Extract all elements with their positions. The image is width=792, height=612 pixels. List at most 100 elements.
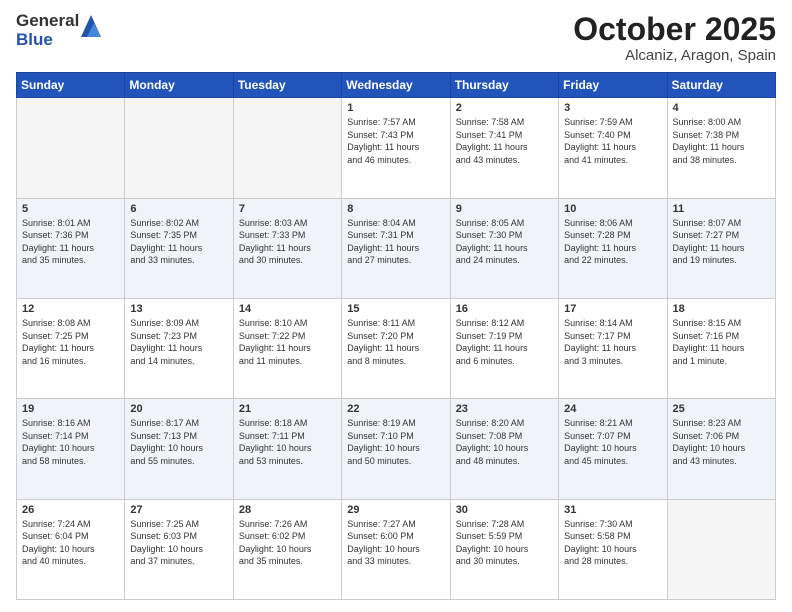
day-number: 7 [239,203,336,215]
table-row: 1 Sunrise: 7:57 AM Sunset: 7:43 PM Daylig… [342,98,450,198]
day-info: Sunrise: 8:10 AM Sunset: 7:22 PM Dayligh… [239,317,336,367]
day-number: 28 [239,504,336,516]
table-row: 23 Sunrise: 8:20 AM Sunset: 7:08 PM Dayli… [450,399,558,499]
table-row: 13 Sunrise: 8:09 AM Sunset: 7:23 PM Dayli… [125,298,233,398]
day-info: Sunrise: 7:27 AM Sunset: 6:00 PM Dayligh… [347,518,444,568]
table-row: 29Sunrise: 7:27 AM Sunset: 6:00 PM Dayli… [342,499,450,599]
day-info: Sunrise: 8:03 AM Sunset: 7:33 PM Dayligh… [239,217,336,267]
day-info: Sunrise: 8:08 AM Sunset: 7:25 PM Dayligh… [22,317,119,367]
day-info: Sunrise: 7:25 AM Sunset: 6:03 PM Dayligh… [130,518,227,568]
table-row: 9Sunrise: 8:05 AM Sunset: 7:30 PM Daylig… [450,198,558,298]
day-info: Sunrise: 8:01 AM Sunset: 7:36 PM Dayligh… [22,217,119,267]
day-number: 31 [564,504,661,516]
table-row: 10 Sunrise: 8:06 AM Sunset: 7:28 PM Dayli… [559,198,667,298]
day-number: 27 [130,504,227,516]
day-number: 12 [22,303,119,315]
table-row: 27 Sunrise: 7:25 AM Sunset: 6:03 PM Dayli… [125,499,233,599]
day-number: 9 [456,203,553,215]
day-info: Sunrise: 7:30 AM Sunset: 5:58 PM Dayligh… [564,518,661,568]
table-row: 6Sunrise: 8:02 AM Sunset: 7:35 PM Daylig… [125,198,233,298]
day-number: 19 [22,403,119,415]
header-thursday: Thursday [450,73,558,98]
day-number: 10 [564,203,661,215]
day-info: Sunrise: 8:07 AM Sunset: 7:27 PM Dayligh… [673,217,770,267]
header-sunday: Sunday [17,73,125,98]
calendar-week-row: 26 Sunrise: 7:24 AM Sunset: 6:04 PM Dayli… [17,499,776,599]
table-row [125,98,233,198]
table-row: 4Sunrise: 8:00 AM Sunset: 7:38 PM Daylig… [667,98,775,198]
day-info: Sunrise: 8:17 AM Sunset: 7:13 PM Dayligh… [130,417,227,467]
day-info: Sunrise: 8:20 AM Sunset: 7:08 PM Dayligh… [456,417,553,467]
day-info: Sunrise: 8:14 AM Sunset: 7:17 PM Dayligh… [564,317,661,367]
header-wednesday: Wednesday [342,73,450,98]
table-row: 26 Sunrise: 7:24 AM Sunset: 6:04 PM Dayli… [17,499,125,599]
calendar-week-row: 5 Sunrise: 8:01 AM Sunset: 7:36 PM Daylig… [17,198,776,298]
day-info: Sunrise: 7:26 AM Sunset: 6:02 PM Dayligh… [239,518,336,568]
day-number: 15 [347,303,444,315]
table-row [667,499,775,599]
table-row: 20Sunrise: 8:17 AM Sunset: 7:13 PM Dayli… [125,399,233,499]
day-info: Sunrise: 8:16 AM Sunset: 7:14 PM Dayligh… [22,417,119,467]
header-tuesday: Tuesday [233,73,341,98]
day-number: 5 [22,203,119,215]
month-title: October 2025 [573,12,776,47]
day-info: Sunrise: 7:28 AM Sunset: 5:59 PM Dayligh… [456,518,553,568]
table-row: 24Sunrise: 8:21 AM Sunset: 7:07 PM Dayli… [559,399,667,499]
table-row: 30 Sunrise: 7:28 AM Sunset: 5:59 PM Dayli… [450,499,558,599]
day-info: Sunrise: 7:58 AM Sunset: 7:41 PM Dayligh… [456,116,553,166]
day-number: 25 [673,403,770,415]
logo-blue: Blue [16,31,79,50]
day-number: 21 [239,403,336,415]
header-saturday: Saturday [667,73,775,98]
day-info: Sunrise: 8:19 AM Sunset: 7:10 PM Dayligh… [347,417,444,467]
table-row: 2 Sunrise: 7:58 AM Sunset: 7:41 PM Daylig… [450,98,558,198]
day-number: 23 [456,403,553,415]
table-row: 19 Sunrise: 8:16 AM Sunset: 7:14 PM Dayli… [17,399,125,499]
table-row: 21 Sunrise: 8:18 AM Sunset: 7:11 PM Dayli… [233,399,341,499]
location-subtitle: Alcaniz, Aragon, Spain [573,47,776,64]
day-number: 8 [347,203,444,215]
day-info: Sunrise: 8:12 AM Sunset: 7:19 PM Dayligh… [456,317,553,367]
day-number: 2 [456,102,553,114]
day-info: Sunrise: 8:18 AM Sunset: 7:11 PM Dayligh… [239,417,336,467]
day-number: 16 [456,303,553,315]
day-number: 11 [673,203,770,215]
logo-text: General Blue [16,12,79,49]
header-monday: Monday [125,73,233,98]
day-info: Sunrise: 7:24 AM Sunset: 6:04 PM Dayligh… [22,518,119,568]
calendar-week-row: 12 Sunrise: 8:08 AM Sunset: 7:25 PM Dayli… [17,298,776,398]
table-row: 8Sunrise: 8:04 AM Sunset: 7:31 PM Daylig… [342,198,450,298]
table-row: 14Sunrise: 8:10 AM Sunset: 7:22 PM Dayli… [233,298,341,398]
calendar-week-row: 19 Sunrise: 8:16 AM Sunset: 7:14 PM Dayli… [17,399,776,499]
logo-general: General [16,12,79,31]
logo-icon [81,15,101,37]
day-number: 22 [347,403,444,415]
day-number: 4 [673,102,770,114]
table-row [233,98,341,198]
day-number: 17 [564,303,661,315]
table-row: 18Sunrise: 8:15 AM Sunset: 7:16 PM Dayli… [667,298,775,398]
day-info: Sunrise: 8:09 AM Sunset: 7:23 PM Dayligh… [130,317,227,367]
day-number: 13 [130,303,227,315]
table-row: 25Sunrise: 8:23 AM Sunset: 7:06 PM Dayli… [667,399,775,499]
title-block: October 2025 Alcaniz, Aragon, Spain [573,12,776,64]
table-row: 15Sunrise: 8:11 AM Sunset: 7:20 PM Dayli… [342,298,450,398]
day-number: 3 [564,102,661,114]
table-row: 12 Sunrise: 8:08 AM Sunset: 7:25 PM Dayli… [17,298,125,398]
table-row: 31 Sunrise: 7:30 AM Sunset: 5:58 PM Dayli… [559,499,667,599]
table-row: 7 Sunrise: 8:03 AM Sunset: 7:33 PM Daylig… [233,198,341,298]
table-row: 3 Sunrise: 7:59 AM Sunset: 7:40 PM Daylig… [559,98,667,198]
day-info: Sunrise: 8:06 AM Sunset: 7:28 PM Dayligh… [564,217,661,267]
day-number: 30 [456,504,553,516]
day-number: 1 [347,102,444,114]
table-row: 28 Sunrise: 7:26 AM Sunset: 6:02 PM Dayli… [233,499,341,599]
day-number: 18 [673,303,770,315]
day-info: Sunrise: 7:59 AM Sunset: 7:40 PM Dayligh… [564,116,661,166]
table-row: 16 Sunrise: 8:12 AM Sunset: 7:19 PM Dayli… [450,298,558,398]
table-row: 11 Sunrise: 8:07 AM Sunset: 7:27 PM Dayli… [667,198,775,298]
day-info: Sunrise: 7:57 AM Sunset: 7:43 PM Dayligh… [347,116,444,166]
calendar-week-row: 1 Sunrise: 7:57 AM Sunset: 7:43 PM Daylig… [17,98,776,198]
calendar-table: Sunday Monday Tuesday Wednesday Thursday… [16,72,776,600]
day-number: 26 [22,504,119,516]
day-info: Sunrise: 8:02 AM Sunset: 7:35 PM Dayligh… [130,217,227,267]
